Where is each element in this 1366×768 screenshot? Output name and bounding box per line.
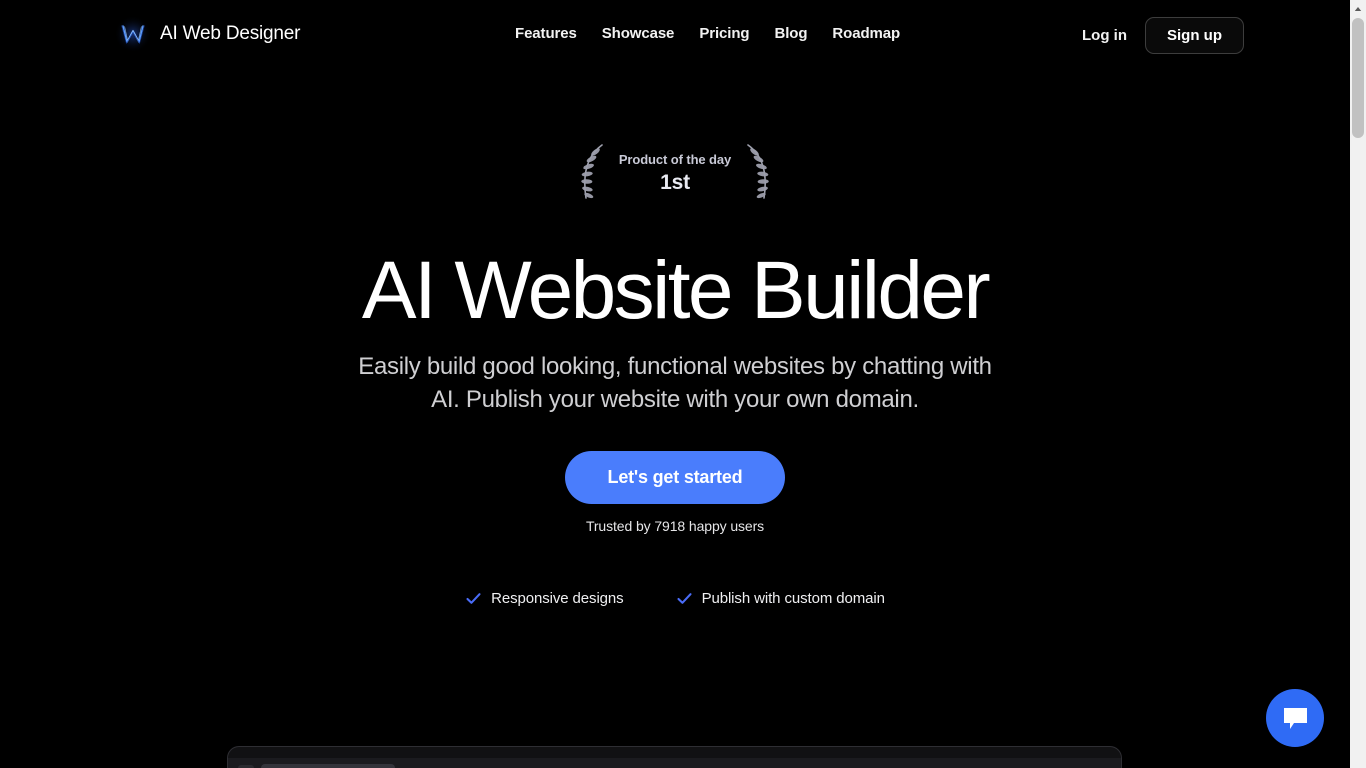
feature-highlights: Responsive designs Publish with custom d… [0,590,1350,607]
nav-auth-group: Log in Sign up [1078,17,1244,54]
nav-link-features[interactable]: Features [515,25,577,42]
check-icon [677,593,692,604]
login-link[interactable]: Log in [1078,21,1131,50]
mock-browser-tabbar: AI Web Designer - Build AI We... × + [228,758,1121,768]
feature-custom-domain: Publish with custom domain [676,590,885,607]
feature-responsive-designs: Responsive designs [465,590,624,607]
page-scrollbar[interactable] [1350,0,1366,768]
trusted-users-text: Trusted by 7918 happy users [585,518,765,534]
browser-preview-mock: AI Web Designer - Build AI We... × + [227,746,1122,768]
signup-button[interactable]: Sign up [1145,17,1244,54]
nav-links: Features Showcase Pricing Blog Roadmap [515,25,900,42]
top-navbar: AI Web Designer Features Showcase Pricin… [0,0,1350,70]
page-title: AI Website Builder [361,245,991,336]
hero-subtitle-line-2: AI. Publish your website with your own d… [431,386,919,413]
laurel-right-icon [747,144,769,199]
brand-logo-link[interactable]: AI Web Designer [116,17,300,51]
chat-bubble-icon [1283,707,1307,729]
get-started-button[interactable]: Let's get started [564,451,786,504]
chat-widget-button[interactable] [1266,689,1324,747]
brand-name: AI Web Designer [160,23,301,44]
nav-link-pricing[interactable]: Pricing [699,25,749,42]
award-text: Product of the day 1st [613,152,737,195]
hero-subtitle-line-1: Easily build good looking, functional we… [358,353,992,380]
nav-link-blog[interactable]: Blog [774,25,807,42]
cta-container: Let's get started [0,451,1350,504]
award-title: Product of the day [618,151,732,167]
feature-label: Responsive designs [491,590,624,607]
hero-subtitle: Easily build good looking, functional we… [0,350,1350,416]
mock-browser-tab[interactable]: AI Web Designer - Build AI We... × [261,764,395,768]
check-icon [466,593,481,604]
scroll-up-arrow-icon [1354,6,1362,11]
nav-link-roadmap[interactable]: Roadmap [832,25,900,42]
w-logo-icon [116,17,150,51]
nav-link-showcase[interactable]: Showcase [602,25,675,42]
award-badge: Product of the day 1st [0,142,1350,204]
award-rank: 1st [660,170,690,194]
scrollbar-up-button[interactable] [1350,0,1366,17]
laurel-left-icon [581,144,603,199]
feature-label: Publish with custom domain [701,590,885,607]
page-viewport: AI Web Designer Features Showcase Pricin… [0,0,1350,768]
scrollbar-thumb[interactable] [1352,18,1364,138]
